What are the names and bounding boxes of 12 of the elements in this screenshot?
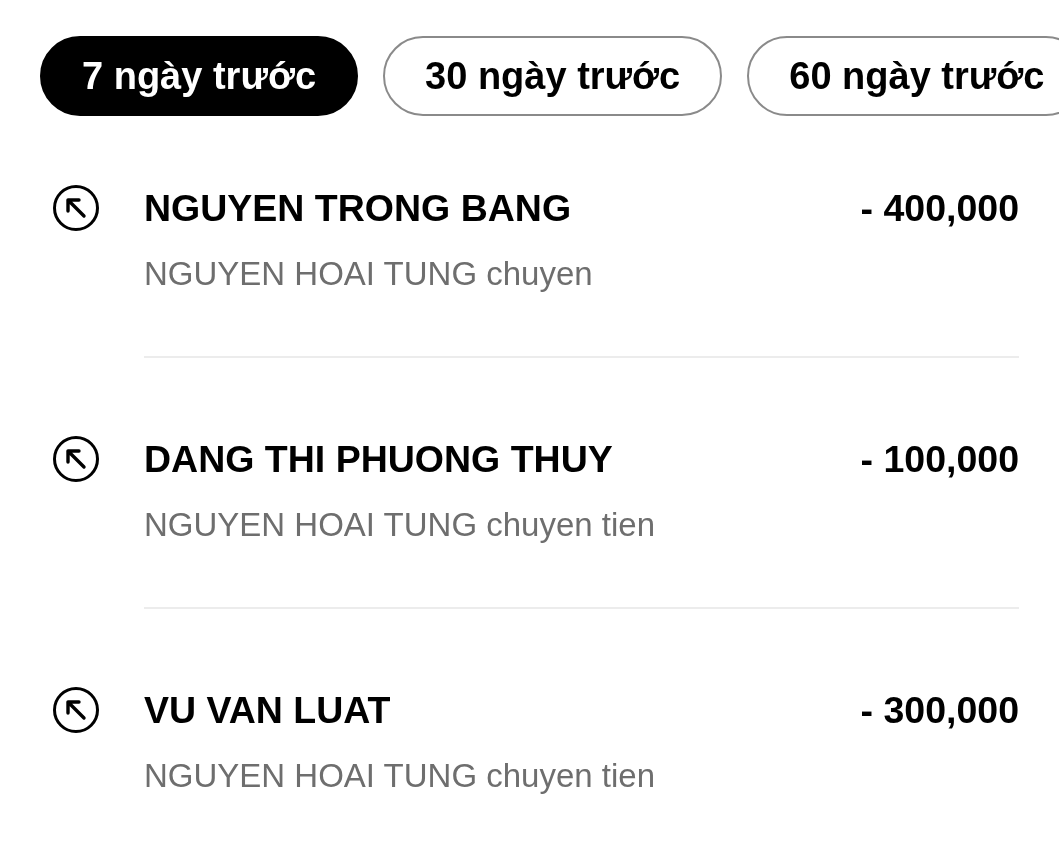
period-tab[interactable]: 30 ngày trước (383, 36, 723, 116)
recipient-name: NGUYEN TRONG BANG (144, 186, 572, 230)
recipient-name: VU VAN LUAT (144, 688, 391, 732)
transaction-description: NGUYEN HOAI TUNG chuyen tien (144, 505, 656, 545)
recipient-name: DANG THI PHUONG THUY (144, 437, 613, 481)
period-tab[interactable]: 7 ngày trước (40, 36, 359, 116)
period-tab[interactable]: 60 ngày trước (747, 36, 1059, 116)
transaction-amount: - 300,000 (860, 688, 1019, 732)
transaction-description: NGUYEN HOAI TUNG chuyen tien (144, 756, 656, 796)
transaction-amount: - 400,000 (860, 186, 1019, 230)
transaction-amount: - 100,000 (860, 437, 1019, 481)
transaction-description: NGUYEN HOAI TUNG chuyen (144, 254, 593, 294)
